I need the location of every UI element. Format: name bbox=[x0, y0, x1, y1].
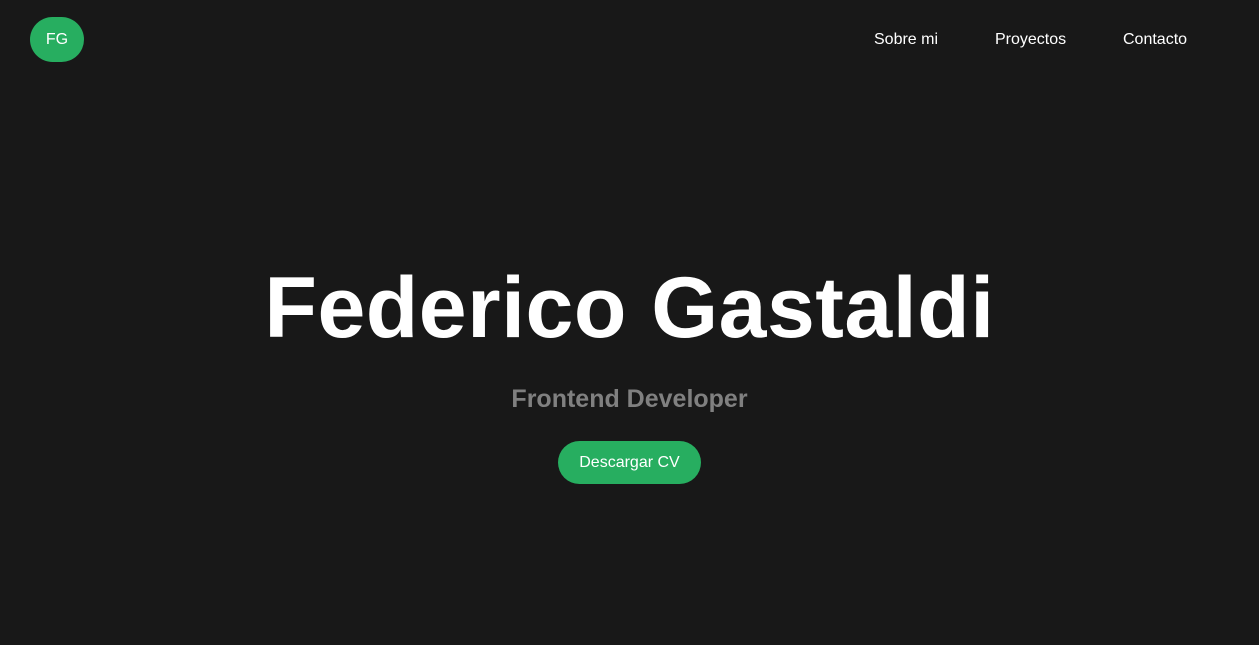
nav-link-contacto[interactable]: Contacto bbox=[1123, 30, 1187, 50]
nav-link-sobre-mi[interactable]: Sobre mi bbox=[874, 30, 938, 50]
hero-name: Federico Gastaldi bbox=[264, 260, 995, 356]
nav-link-proyectos[interactable]: Proyectos bbox=[995, 30, 1066, 50]
main-nav: Sobre mi Proyectos Contacto bbox=[0, 30, 1259, 50]
download-cv-button[interactable]: Descargar CV bbox=[558, 441, 701, 484]
hero-role: Frontend Developer bbox=[511, 385, 748, 413]
page: FG Sobre mi Proyectos Contacto Federico … bbox=[0, 0, 1259, 645]
